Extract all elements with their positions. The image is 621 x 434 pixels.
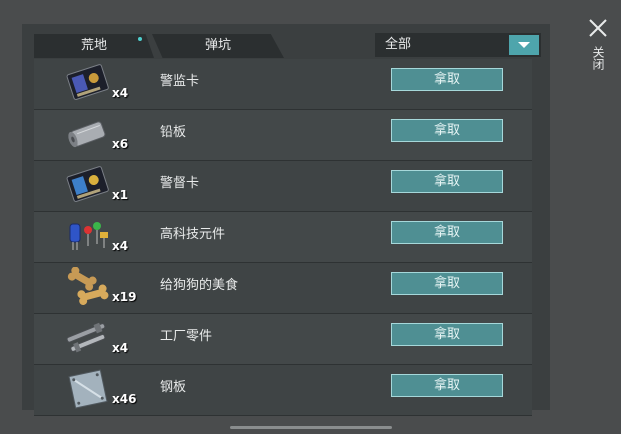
item-name: 铅板: [160, 125, 187, 140]
take-button[interactable]: 拿取: [391, 323, 503, 346]
item-count: x1: [112, 188, 129, 202]
item-count: x19: [112, 290, 137, 304]
list-item: x19 给狗狗的美食 拿取: [34, 263, 532, 314]
item-count: x4: [112, 239, 129, 253]
tab-crater[interactable]: 弹坑: [152, 34, 284, 58]
take-button[interactable]: 拿取: [391, 119, 503, 142]
tab-wasteland[interactable]: 荒地: [34, 34, 154, 58]
take-button[interactable]: 拿取: [391, 374, 503, 397]
filter-dropdown[interactable]: 全部: [375, 33, 541, 57]
item-list: x4 警监卡 拿取 x6 铅板 拿取 x1 警督卡 拿取 x4 高科技元件 拿取…: [34, 59, 532, 416]
list-item: x4 工厂零件 拿取: [34, 314, 532, 365]
take-button[interactable]: 拿取: [391, 68, 503, 91]
lead-sheet-icon: [68, 121, 106, 148]
home-indicator: [230, 426, 392, 429]
close-icon[interactable]: [586, 16, 610, 40]
tab-label: 弹坑: [204, 38, 231, 53]
tab-label: 荒地: [80, 38, 107, 53]
take-button[interactable]: 拿取: [391, 272, 503, 295]
chevron-down-icon[interactable]: [509, 35, 539, 55]
list-item: x4 高科技元件 拿取: [34, 212, 532, 263]
list-item: x6 铅板 拿取: [34, 110, 532, 161]
item-name: 警监卡: [160, 74, 200, 89]
hightech-components-icon: [69, 222, 108, 250]
item-name: 工厂零件: [160, 329, 213, 344]
list-item: x4 警监卡 拿取: [34, 59, 532, 110]
item-count: x6: [112, 137, 129, 151]
take-button[interactable]: 拿取: [391, 170, 503, 193]
filter-value: 全部: [385, 37, 412, 52]
police-card-icon: [66, 64, 109, 100]
item-count: x4: [112, 86, 129, 100]
dog-treat-icon: [67, 267, 109, 306]
steel-plate-icon: [68, 369, 108, 409]
list-item: x1 警督卡 拿取: [34, 161, 532, 212]
item-name: 给狗狗的美食: [160, 278, 239, 293]
list-item: x46 钢板 拿取: [34, 365, 532, 416]
notification-dot: [138, 37, 142, 41]
police-card-icon: [66, 166, 109, 202]
item-name: 高科技元件: [160, 227, 226, 242]
item-count: x46: [112, 392, 137, 406]
close-label[interactable]: 关闭: [590, 46, 605, 70]
take-button[interactable]: 拿取: [391, 221, 503, 244]
factory-parts-icon: [66, 322, 106, 353]
item-count: x4: [112, 341, 129, 355]
item-name: 钢板: [160, 380, 187, 395]
item-name: 警督卡: [160, 176, 200, 191]
